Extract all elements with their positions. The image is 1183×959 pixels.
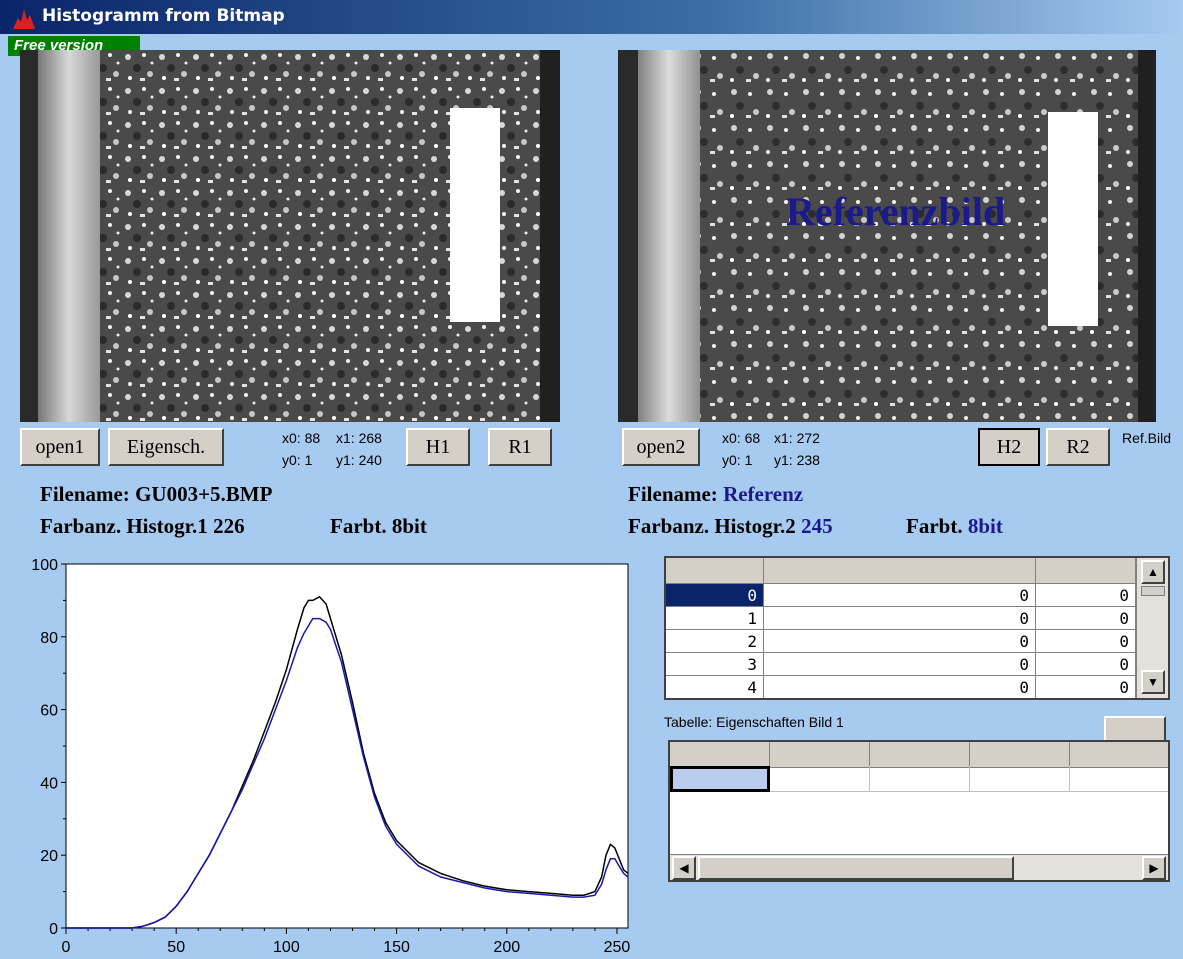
open1-button[interactable]: open1 bbox=[20, 428, 100, 466]
histogram-chart: 0 20 40 60 80 100 0 50 100 150 200 250 bbox=[31, 557, 631, 956]
image1-filename: GU003+5.BMP bbox=[135, 482, 273, 506]
table-header-cell bbox=[970, 742, 1070, 768]
table-cell[interactable]: 0 bbox=[764, 607, 1036, 630]
y-tick-label: 20 bbox=[40, 848, 58, 865]
table-row-index[interactable]: 4 bbox=[666, 676, 764, 698]
y-tick-label: 60 bbox=[40, 703, 58, 720]
bitmap-image-2: Referenzbild bbox=[618, 50, 1156, 422]
x-tick-label: 200 bbox=[493, 939, 520, 956]
y-tick-label: 80 bbox=[40, 630, 58, 647]
scroll-right-arrow-icon[interactable]: ▶ bbox=[1142, 856, 1166, 880]
r1-button[interactable]: R1 bbox=[488, 428, 552, 466]
properties-table-button[interactable] bbox=[1104, 716, 1166, 742]
image1-colors-label: Farbanz. Histogr.1 bbox=[40, 514, 208, 538]
table-row-index[interactable]: 2 bbox=[666, 630, 764, 653]
image1-filename-row: Filename: GU003+5.BMP bbox=[40, 482, 272, 507]
properties-table-caption: Tabelle: Eigenschaften Bild 1 bbox=[664, 714, 844, 730]
table-cell[interactable]: 0 bbox=[1036, 676, 1136, 698]
bitmap-image-1 bbox=[20, 50, 560, 422]
image1-depth-row: Farbt. 8bit bbox=[330, 514, 427, 539]
table-row-index[interactable]: 1 bbox=[666, 607, 764, 630]
h1-button[interactable]: H1 bbox=[406, 428, 470, 466]
selected-cell[interactable] bbox=[670, 766, 770, 792]
table-cell[interactable]: 0 bbox=[1036, 630, 1136, 653]
table-horizontal-scrollbar[interactable]: ◀ ▶ bbox=[670, 854, 1168, 880]
table-cell[interactable]: 0 bbox=[1036, 584, 1136, 607]
image2-y0: y0: 1 bbox=[722, 452, 753, 468]
open2-button[interactable]: open2 bbox=[622, 428, 700, 466]
histogram-app-icon bbox=[13, 9, 35, 29]
table-cell[interactable]: 0 bbox=[1036, 653, 1136, 676]
image1-depth-label: Farbt. bbox=[330, 514, 387, 538]
image1-y1: y1: 240 bbox=[336, 452, 382, 468]
bitmap-image-1-content bbox=[20, 50, 560, 422]
properties-button[interactable]: Eigensch. bbox=[108, 428, 224, 466]
scroll-thumb[interactable] bbox=[698, 856, 1014, 880]
table-header-cell bbox=[1070, 742, 1168, 768]
image1-x0: x0: 88 bbox=[282, 430, 321, 446]
table-header-cell bbox=[870, 742, 970, 768]
image2-depth-label: Farbt. bbox=[906, 514, 963, 538]
ref-image-label: Ref.Bild bbox=[1122, 430, 1172, 446]
table-header-cell bbox=[1036, 558, 1136, 584]
table-cell[interactable] bbox=[870, 766, 970, 792]
table-cell[interactable]: 0 bbox=[764, 653, 1036, 676]
table-header-cell bbox=[670, 742, 770, 768]
table-row-index[interactable]: 3 bbox=[666, 653, 764, 676]
scroll-left-arrow-icon[interactable]: ◀ bbox=[672, 856, 696, 880]
properties-table[interactable]: ◀ ▶ bbox=[668, 740, 1170, 882]
x-tick-label: 50 bbox=[167, 939, 185, 956]
image2-filename-row: Filename: Referenz bbox=[628, 482, 803, 507]
plot-area bbox=[65, 563, 629, 929]
table-cell[interactable] bbox=[1070, 766, 1168, 792]
table-cell[interactable] bbox=[770, 766, 870, 792]
table-cell[interactable]: 0 bbox=[1036, 607, 1136, 630]
window-title: Histogramm from Bitmap bbox=[42, 6, 285, 26]
r2-button[interactable]: R2 bbox=[1046, 428, 1110, 466]
image2-filename: Referenz bbox=[723, 482, 804, 506]
image1-x1: x1: 268 bbox=[336, 430, 382, 446]
table-cell[interactable]: 0 bbox=[764, 584, 1036, 607]
y-tick-label: 0 bbox=[49, 921, 58, 938]
image2-y1: y1: 238 bbox=[774, 452, 820, 468]
table-cell[interactable]: 0 bbox=[764, 676, 1036, 698]
bitmap-image-2-content bbox=[618, 50, 1156, 422]
scroll-up-arrow-icon[interactable]: ▲ bbox=[1141, 560, 1165, 584]
x-tick-label: 150 bbox=[383, 939, 410, 956]
table-cell[interactable] bbox=[970, 766, 1070, 792]
image2-colors: 245 bbox=[801, 514, 833, 538]
image2-filename-label: Filename: bbox=[628, 482, 718, 506]
image1-colors-row: Farbanz. Histogr.1 226 bbox=[40, 514, 245, 539]
table-header-cell bbox=[770, 742, 870, 768]
scroll-thumb[interactable] bbox=[1141, 586, 1165, 596]
image2-depth-row: Farbt. 8bit bbox=[906, 514, 1003, 539]
image2-x0: x0: 68 bbox=[722, 430, 761, 446]
table-header-cell bbox=[666, 558, 764, 584]
image1-filename-label: Filename: bbox=[40, 482, 130, 506]
image2-depth: 8bit bbox=[967, 514, 1003, 538]
table-vertical-scrollbar[interactable]: ▲ ▼ bbox=[1136, 558, 1168, 698]
histogram-table[interactable]: 000100200300400 ▲ ▼ bbox=[664, 556, 1170, 700]
image1-colors: 226 bbox=[213, 514, 245, 538]
image2-x1: x1: 272 bbox=[774, 430, 820, 446]
y-tick-label: 40 bbox=[40, 775, 58, 792]
reference-overlay-label: Referenzbild bbox=[786, 189, 1006, 234]
image2-colors-label: Farbanz. Histogr.2 bbox=[628, 514, 796, 538]
x-tick-label: 250 bbox=[604, 939, 631, 956]
y-tick-label: 100 bbox=[31, 557, 58, 574]
x-tick-label: 0 bbox=[62, 939, 71, 956]
scroll-down-arrow-icon[interactable]: ▼ bbox=[1141, 670, 1165, 694]
table-header-cell bbox=[764, 558, 1036, 584]
h2-button[interactable]: H2 bbox=[978, 428, 1040, 466]
table-row-index[interactable]: 0 bbox=[666, 584, 764, 607]
x-tick-label: 100 bbox=[273, 939, 300, 956]
table-cell[interactable]: 0 bbox=[764, 630, 1036, 653]
image1-y0: y0: 1 bbox=[282, 452, 313, 468]
image2-colors-row: Farbanz. Histogr.2 245 bbox=[628, 514, 833, 539]
image1-depth: 8bit bbox=[391, 514, 427, 538]
